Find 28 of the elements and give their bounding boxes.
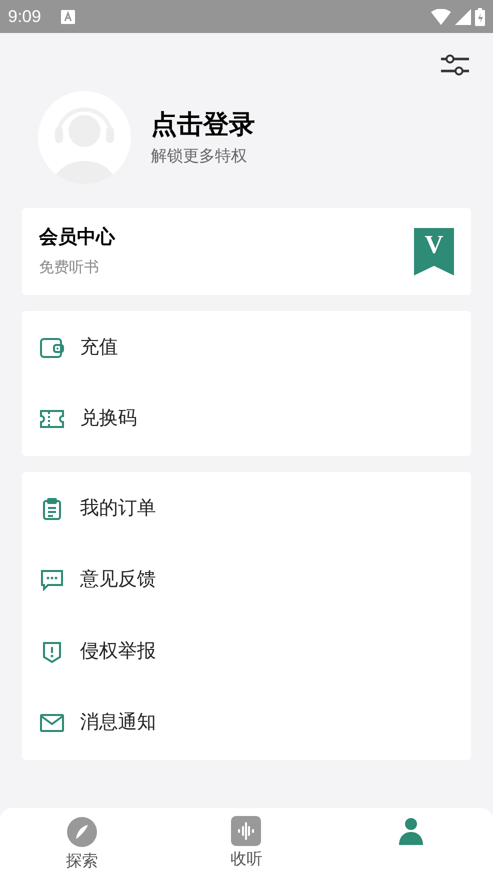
member-title: 会员中心 bbox=[39, 226, 115, 250]
menu-item[interactable]: 意见反馈 bbox=[22, 544, 471, 616]
member-card[interactable]: 会员中心 免费听书 V bbox=[22, 208, 471, 295]
wallet-icon bbox=[39, 336, 65, 360]
menu-item[interactable]: 我的订单 bbox=[22, 473, 471, 544]
menu-item[interactable]: 消息通知 bbox=[22, 688, 471, 759]
battery-icon bbox=[475, 8, 485, 26]
login-subtitle: 解锁更多特权 bbox=[151, 148, 248, 164]
clipboard-icon bbox=[41, 496, 63, 521]
signal-icon bbox=[455, 8, 471, 24]
notification-icon bbox=[61, 10, 76, 24]
nav-tab[interactable]: 收听 bbox=[164, 816, 329, 872]
ticket-icon bbox=[39, 408, 65, 430]
settings-icon[interactable] bbox=[441, 53, 469, 77]
status-time: 9:09 bbox=[8, 6, 42, 28]
nav-tab[interactable]: 探索 bbox=[0, 816, 164, 874]
compass-icon bbox=[66, 816, 98, 848]
menu-item[interactable]: 兑换码 bbox=[22, 384, 471, 455]
mail-icon bbox=[39, 713, 65, 734]
member-subtitle: 免费听书 bbox=[39, 258, 100, 278]
chat-icon bbox=[40, 569, 64, 592]
vip-bookmark: V bbox=[414, 228, 454, 276]
wifi-icon bbox=[431, 8, 451, 24]
menu-item[interactable]: 充值 bbox=[22, 312, 471, 384]
menu-item[interactable]: 侵权举报 bbox=[22, 616, 471, 688]
shield-icon bbox=[41, 640, 63, 664]
soundwave-icon bbox=[231, 816, 262, 846]
login-title[interactable]: 点击登录 bbox=[151, 110, 255, 136]
